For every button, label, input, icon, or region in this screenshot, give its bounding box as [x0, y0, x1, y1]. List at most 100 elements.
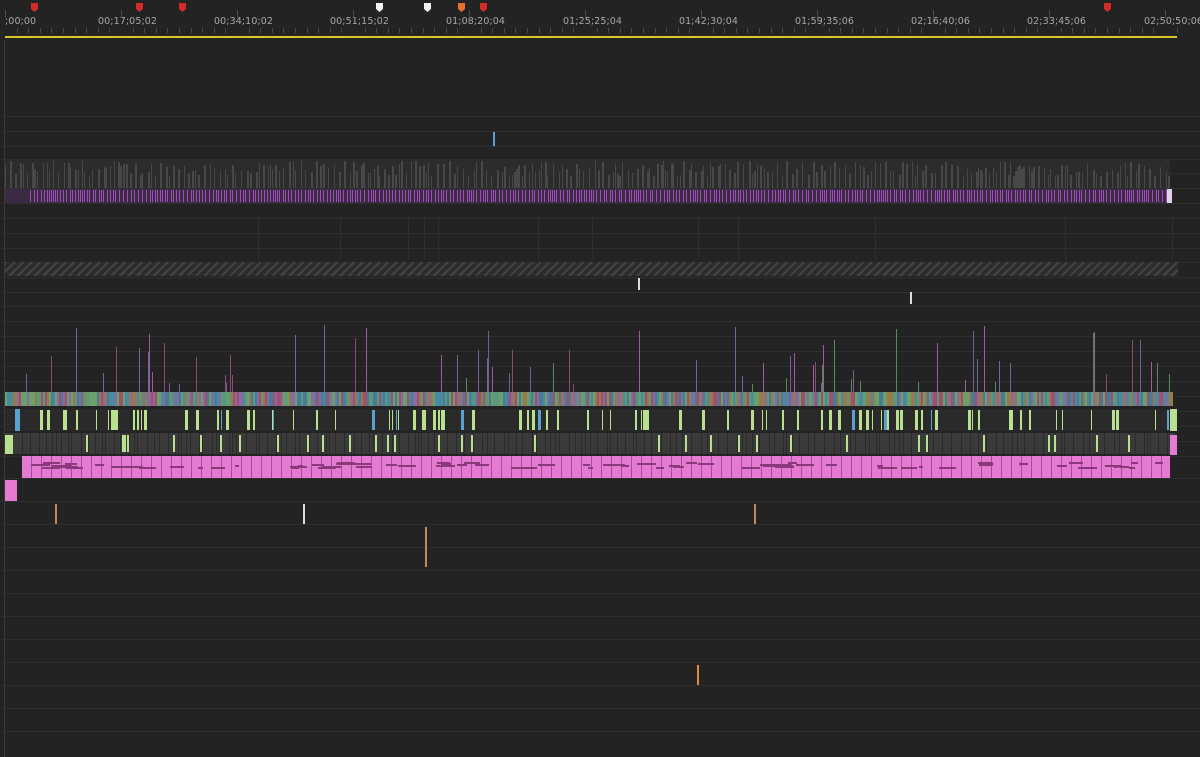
- video-clip[interactable]: [935, 173, 936, 188]
- time-ruler[interactable]: ;00;00 00;17;05;02 00;34;10;02 00;51;15;…: [0, 0, 1200, 40]
- audio-clip[interactable]: [221, 190, 222, 202]
- audio-clip[interactable]: [1170, 435, 1177, 455]
- video-clip[interactable]: [259, 163, 260, 188]
- audio-clip[interactable]: [423, 190, 424, 202]
- edit-point[interactable]: [970, 433, 971, 454]
- audio-waveform[interactable]: [673, 466, 684, 468]
- thin-clip[interactable]: [492, 367, 493, 392]
- audio-waveform[interactable]: [698, 463, 714, 465]
- audio-clip[interactable]: [550, 190, 551, 202]
- video-clip[interactable]: [535, 172, 536, 188]
- audio-waveform[interactable]: [919, 466, 923, 468]
- video-clip[interactable]: [663, 161, 664, 188]
- edit-point[interactable]: [421, 433, 422, 454]
- edit-point[interactable]: [799, 433, 800, 454]
- video-clip[interactable]: [98, 169, 100, 188]
- thin-clip[interactable]: [937, 343, 938, 392]
- audio-clip[interactable]: [226, 190, 227, 202]
- audio-clip[interactable]: [750, 190, 751, 202]
- audio-clip[interactable]: [862, 190, 863, 202]
- video-clip[interactable]: [613, 172, 614, 188]
- edit-point[interactable]: [267, 433, 268, 454]
- audio-clip[interactable]: [291, 190, 292, 202]
- audio-clip[interactable]: [635, 410, 637, 430]
- marker-icon[interactable]: [424, 3, 431, 12]
- video-clip[interactable]: [192, 171, 194, 188]
- edit-point[interactable]: [933, 433, 934, 454]
- audio-clip[interactable]: [883, 190, 884, 202]
- thin-clip[interactable]: [697, 665, 699, 685]
- video-clip[interactable]: [915, 175, 916, 188]
- video-clip[interactable]: [957, 166, 959, 188]
- audio-clip[interactable]: [1011, 190, 1012, 202]
- video-clip[interactable]: [602, 162, 604, 188]
- video-clip[interactable]: [1000, 162, 1001, 188]
- audio-clip[interactable]: [1129, 190, 1130, 202]
- video-clip[interactable]: [1087, 163, 1088, 188]
- audio-clip[interactable]: [569, 190, 570, 202]
- audio-clip[interactable]: [267, 190, 268, 202]
- video-clip[interactable]: [457, 166, 458, 188]
- video-clip[interactable]: [126, 164, 128, 188]
- audio-waveform[interactable]: [235, 465, 239, 467]
- audio-clip[interactable]: [310, 190, 311, 202]
- video-clip[interactable]: [419, 166, 421, 188]
- audio-clip[interactable]: [949, 190, 950, 202]
- edit-point[interactable]: [329, 433, 330, 454]
- audio-clip[interactable]: [679, 190, 680, 202]
- thin-clip[interactable]: [149, 334, 150, 392]
- video-clip[interactable]: [198, 175, 200, 188]
- video-clip[interactable]: [1166, 172, 1167, 188]
- audio-clip[interactable]: [824, 190, 825, 202]
- video-clip[interactable]: [323, 164, 325, 188]
- edit-point[interactable]: [585, 433, 586, 454]
- audio-clip[interactable]: [820, 190, 821, 202]
- audio-waveform[interactable]: [65, 463, 77, 465]
- video-clip[interactable]: [401, 161, 403, 188]
- thin-clip[interactable]: [1151, 362, 1152, 392]
- audio-waveform[interactable]: [1078, 467, 1096, 469]
- audio-clip[interactable]: [1095, 190, 1096, 202]
- audio-clip[interactable]: [308, 190, 309, 202]
- video-clip[interactable]: [395, 175, 397, 188]
- audio-clip[interactable]: [905, 190, 906, 202]
- edit-point[interactable]: [516, 433, 517, 454]
- audio-clip[interactable]: [837, 190, 838, 202]
- audio-clip[interactable]: [927, 190, 928, 202]
- edit-point[interactable]: [718, 433, 719, 454]
- audio-clip[interactable]: [1133, 190, 1134, 202]
- video-clip[interactable]: [570, 176, 572, 188]
- audio-clip[interactable]: [916, 190, 917, 202]
- edit-point[interactable]: [259, 433, 260, 454]
- edit-point[interactable]: [575, 433, 576, 454]
- edit-point[interactable]: [447, 433, 448, 454]
- audio-clip[interactable]: [349, 435, 351, 452]
- audio-clip[interactable]: [371, 190, 372, 202]
- audio-clip[interactable]: [485, 190, 486, 202]
- audio-clip[interactable]: [467, 190, 468, 202]
- edit-point[interactable]: [676, 433, 677, 454]
- audio-clip[interactable]: [1008, 190, 1009, 202]
- audio-clip[interactable]: [1114, 190, 1115, 202]
- audio-clip[interactable]: [1064, 190, 1065, 202]
- audio-clip[interactable]: [301, 190, 302, 202]
- thin-clip[interactable]: [823, 345, 824, 392]
- edit-point[interactable]: [212, 433, 213, 454]
- audio-clip[interactable]: [881, 190, 882, 202]
- thin-clip[interactable]: [553, 363, 554, 392]
- audio-clip[interactable]: [722, 190, 723, 202]
- audio-clip[interactable]: [872, 410, 873, 430]
- audio-clip[interactable]: [476, 190, 477, 202]
- video-clip[interactable]: [880, 163, 881, 188]
- audio-clip[interactable]: [1038, 190, 1039, 202]
- audio-clip[interactable]: [780, 190, 781, 202]
- video-clip[interactable]: [830, 166, 831, 188]
- edit-point[interactable]: [899, 433, 900, 454]
- video-clip[interactable]: [1048, 175, 1049, 188]
- video-clip[interactable]: [875, 162, 876, 188]
- audio-clip[interactable]: [155, 190, 156, 202]
- audio-clip[interactable]: [802, 190, 803, 202]
- audio-clip[interactable]: [413, 410, 416, 430]
- audio-clip[interactable]: [1051, 190, 1052, 202]
- audio-waveform[interactable]: [337, 462, 355, 464]
